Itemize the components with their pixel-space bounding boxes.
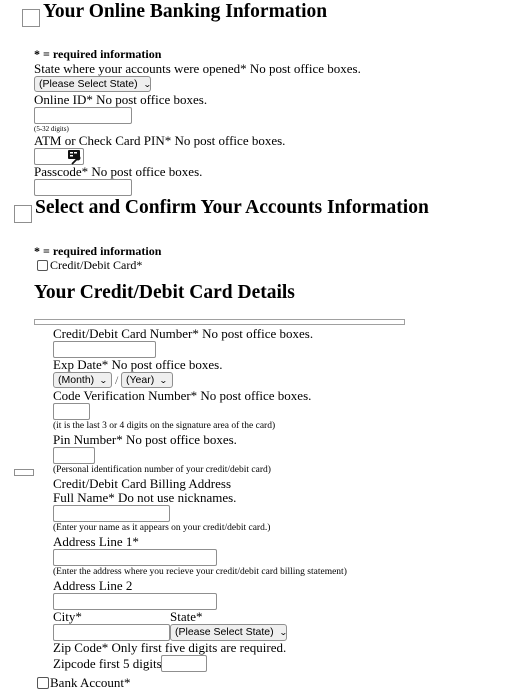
card-pin-hint: (Personal identification number of your … — [53, 465, 271, 475]
card-number-input[interactable] — [53, 341, 156, 358]
exp-year-select[interactable]: (Year) ⌄ — [121, 372, 173, 388]
online-id-hint: (5-32 digits) — [34, 125, 69, 133]
exp-month-value: (Month) — [58, 373, 95, 386]
zip-label: Zip Code* Only first five digits are req… — [53, 640, 287, 655]
cvn-hint: (it is the last 3 or 4 digits on the sig… — [53, 421, 276, 431]
section-online-banking-checkbox[interactable] — [22, 9, 40, 27]
full-name-hint: (Enter your name as it appears on your c… — [53, 523, 271, 533]
atm-pin-label: ATM or Check Card PIN* No post office bo… — [34, 133, 286, 148]
chevron-down-icon: ⌄ — [142, 79, 152, 89]
city-input[interactable] — [53, 624, 170, 641]
required-note: * = required information — [34, 47, 162, 61]
card-pin-label: Pin Number* No post office boxes. — [53, 432, 237, 447]
keypad-key-icon[interactable] — [66, 148, 84, 165]
zip-input[interactable] — [161, 655, 207, 672]
collapsed-field-box[interactable] — [14, 469, 34, 476]
card-details-divider-box — [34, 319, 405, 325]
state-label: State where your accounts were opened* N… — [34, 61, 361, 76]
cvn-input[interactable] — [53, 403, 90, 420]
online-id-input[interactable] — [34, 107, 132, 124]
billing-address-heading: Credit/Debit Card Billing Address — [53, 476, 232, 491]
card-number-label: Credit/Debit Card Number* No post office… — [53, 326, 314, 341]
city-label: City* — [53, 609, 82, 624]
accounts-required-note: * = required information — [34, 244, 162, 258]
state-select[interactable]: (Please Select State) ⌄ — [34, 76, 151, 92]
full-name-label: Full Name* Do not use nicknames. — [53, 490, 237, 505]
billing-state-value: (Please Select State) — [175, 626, 274, 638]
billing-state-select[interactable]: (Please Select State) ⌄ — [170, 624, 287, 641]
address2-label: Address Line 2 — [53, 578, 133, 593]
online-id-label: Online ID* No post office boxes. — [34, 92, 208, 107]
credit-debit-checkbox-label: Credit/Debit Card* — [50, 258, 143, 272]
credit-debit-checkbox[interactable] — [37, 260, 48, 271]
address1-label: Address Line 1* — [53, 534, 139, 549]
full-name-input[interactable] — [53, 505, 170, 522]
state-select-value: (Please Select State) — [39, 77, 138, 90]
section-accounts-checkbox[interactable] — [14, 205, 32, 223]
chevron-down-icon: ⌄ — [99, 375, 108, 385]
chevron-down-icon: ⌄ — [159, 375, 168, 385]
address2-input[interactable] — [53, 593, 217, 610]
accounts-heading: Select and Confirm Your Accounts Informa… — [35, 197, 429, 218]
exp-separator: / — [115, 373, 119, 387]
bank-account-checkbox-label: Bank Account* — [50, 675, 131, 690]
billing-state-label: State* — [170, 609, 203, 624]
exp-date-label: Exp Date* No post office boxes. — [53, 357, 223, 372]
address1-hint: (Enter the address where you recieve you… — [53, 567, 347, 577]
address1-input[interactable] — [53, 549, 217, 566]
online-banking-heading: Your Online Banking Information — [43, 1, 328, 22]
exp-month-select[interactable]: (Month) ⌄ — [53, 372, 112, 388]
chevron-down-icon: ⌄ — [278, 628, 288, 637]
zip-first5-label: Zipcode first 5 digits — [53, 656, 162, 671]
cvn-label: Code Verification Number* No post office… — [53, 388, 312, 403]
card-pin-input[interactable] — [53, 447, 95, 464]
exp-year-value: (Year) — [126, 373, 155, 386]
passcode-input[interactable] — [34, 179, 132, 196]
bank-account-checkbox[interactable] — [37, 677, 49, 689]
card-details-heading: Your Credit/Debit Card Details — [34, 282, 295, 303]
passcode-label: Passcode* No post office boxes. — [34, 164, 203, 179]
